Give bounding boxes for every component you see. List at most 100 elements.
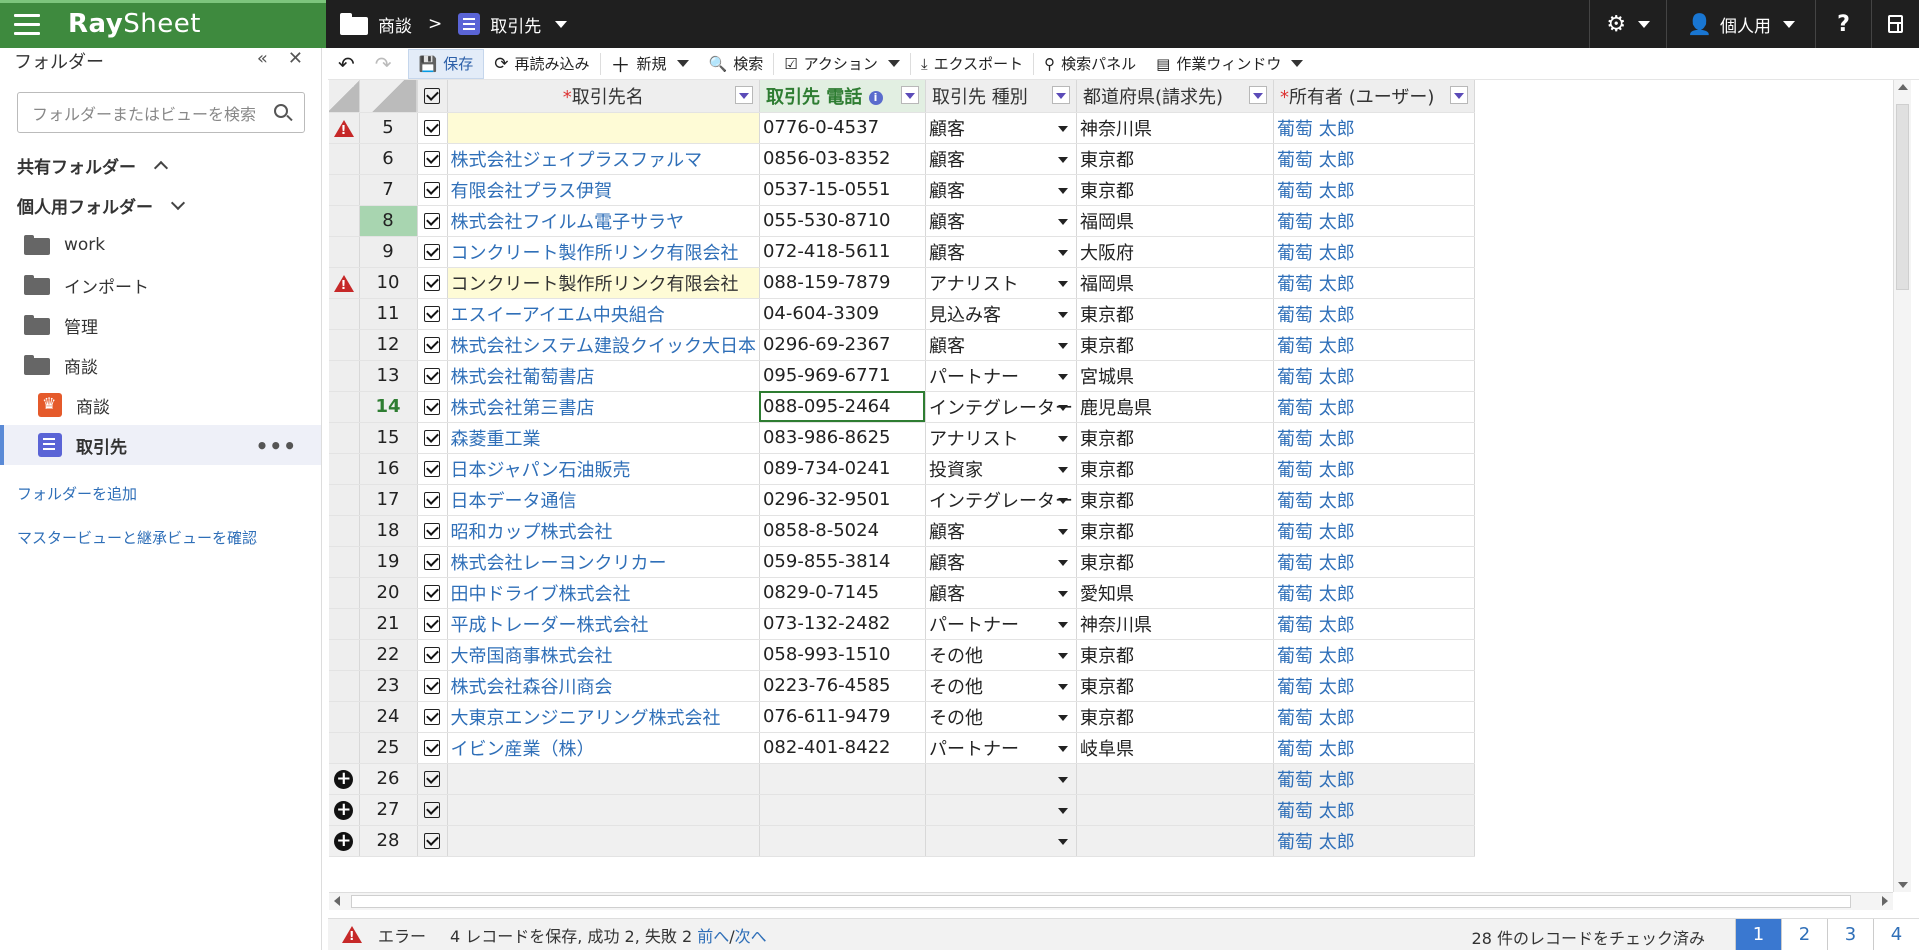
row-checkbox[interactable] [417,670,448,702]
search-button[interactable]: 🔍 検索 [699,49,774,79]
cell-owner[interactable]: 葡萄 太郎 [1273,515,1475,547]
column-filter-icon[interactable] [1051,86,1070,104]
cell-account-name[interactable]: 森菱重工業 [447,422,760,454]
cell-phone[interactable] [759,763,926,795]
cell-account-type[interactable]: パートナー [925,360,1077,392]
row-number[interactable]: 11 [359,298,418,330]
cell-prefecture[interactable]: 福岡県 [1076,267,1274,299]
cell-phone[interactable] [759,825,926,857]
layout-button[interactable] [1871,0,1919,48]
row-checkbox[interactable] [417,577,448,609]
scroll-thumb[interactable] [1896,104,1909,290]
row-checkbox[interactable] [417,112,448,144]
table-row[interactable]: 6 株式会社ジェイプラスファルマ 0856-03-8352 顧客 東京都 葡萄 太郎 [329,143,1475,175]
cell-owner[interactable]: 葡萄 太郎 [1273,329,1475,361]
scroll-down-icon[interactable] [1898,882,1908,888]
table-row[interactable]: 13 株式会社葡萄書店 095-969-6771 パートナー 宮城県 葡萄 太郎 [329,360,1475,392]
cell-account-type[interactable]: その他 [925,639,1077,671]
cell-owner[interactable]: 葡萄 太郎 [1273,701,1475,733]
table-row[interactable]: 18 昭和カップ株式会社 0858-8-5024 顧客 東京都 葡萄 太郎 [329,515,1475,547]
cell-owner[interactable]: 葡萄 太郎 [1273,298,1475,330]
cell-account-type[interactable]: 顧客 [925,577,1077,609]
cell-phone[interactable]: 0296-32-9501 [759,484,926,516]
row-number[interactable]: 19 [359,546,418,578]
cell-owner[interactable]: 葡萄 太郎 [1273,453,1475,485]
table-row[interactable]: 20 田中ドライブ株式会社 0829-0-7145 顧客 愛知県 葡萄 太郎 [329,577,1475,609]
scroll-up-icon[interactable] [1898,84,1908,90]
undo-button[interactable]: ↶ [328,49,365,79]
search-icon[interactable] [274,104,288,118]
column-filter-icon[interactable] [734,86,753,104]
cell-prefecture[interactable]: 神奈川県 [1076,112,1274,144]
cell-account-name[interactable] [447,112,760,144]
row-checkbox[interactable] [417,453,448,485]
cell-account-type[interactable]: その他 [925,670,1077,702]
folder-search-input[interactable]: フォルダーまたはビューを検索 [17,92,305,133]
cell-owner[interactable]: 葡萄 太郎 [1273,732,1475,764]
row-number[interactable]: 16 [359,453,418,485]
cell-account-type[interactable]: アナリスト [925,422,1077,454]
row-number[interactable]: 23 [359,670,418,702]
cell-account-type[interactable]: 顧客 [925,205,1077,237]
sidebar-item-work[interactable]: work [0,225,321,265]
checkbox-icon[interactable] [424,740,440,756]
cell-account-name[interactable]: コンクリート製作所リンク有限会社 [447,236,760,268]
error-indicator[interactable]: エラー [342,923,426,947]
table-row[interactable]: 24 大東京エンジニアリング株式会社 076-611-9479 その他 東京都 葡萄 太郎 [329,701,1475,733]
cell-prefecture[interactable]: 東京都 [1076,453,1274,485]
settings-button[interactable]: ⚙ [1589,0,1666,48]
table-row[interactable]: 16 日本ジャパン石油販売 089-734-0241 投資家 東京都 葡萄 太郎 [329,453,1475,485]
cell-prefecture[interactable]: 大阪府 [1076,236,1274,268]
action-button[interactable]: ☑ アクション [774,49,910,79]
cell-account-type[interactable] [925,763,1077,795]
cell-phone[interactable]: 083-986-8625 [759,422,926,454]
row-checkbox[interactable] [417,143,448,175]
checkbox-icon[interactable] [424,213,440,229]
row-number[interactable]: 9 [359,236,418,268]
cell-account-name[interactable]: 日本データ通信 [447,484,760,516]
cell-owner[interactable]: 葡萄 太郎 [1273,112,1475,144]
row-checkbox[interactable] [417,732,448,764]
breadcrumb-folder[interactable]: 商談 [378,12,412,37]
row-number[interactable]: 7 [359,174,418,206]
cell-owner[interactable]: 葡萄 太郎 [1273,546,1475,578]
cell-prefecture[interactable]: 鹿児島県 [1076,391,1274,423]
cell-prefecture[interactable]: 東京都 [1076,546,1274,578]
reload-button[interactable]: ⟳ 再読み込み [484,49,599,79]
table-row[interactable]: 7 有限会社プラス伊賀 0537-15-0551 顧客 東京都 葡萄 太郎 [329,174,1475,206]
cell-account-name[interactable]: イビン産業（株） [447,732,760,764]
shared-folder-section[interactable]: 共有フォルダー [0,145,321,185]
table-row[interactable]: 19 株式会社レーヨンクリカー 059-855-3814 顧客 東京都 葡萄 太郎 [329,546,1475,578]
checkbox-icon[interactable] [424,151,440,167]
cell-account-type[interactable]: その他 [925,701,1077,733]
row-number[interactable]: 10 [359,267,418,299]
sidebar-item-deals-view[interactable]: 商談 [0,385,321,425]
row-number[interactable]: 8 [359,205,418,237]
horizontal-scrollbar[interactable] [329,892,1893,910]
cell-account-type[interactable]: 顧客 [925,174,1077,206]
cell-prefecture[interactable]: 宮城県 [1076,360,1274,392]
warning-icon[interactable] [333,274,354,292]
cell-prefecture[interactable]: 愛知県 [1076,577,1274,609]
export-button[interactable]: ⤓ エクスポート [911,49,1033,79]
column-header-type[interactable]: 取引先 種別 [925,80,1077,113]
vertical-scrollbar[interactable] [1893,80,1911,892]
cell-owner[interactable]: 葡萄 太郎 [1273,174,1475,206]
info-icon[interactable]: i [868,90,883,105]
row-checkbox[interactable] [417,205,448,237]
row-number[interactable]: 13 [359,360,418,392]
table-row[interactable]: 21 平成トレーダー株式会社 073-132-2482 パートナー 神奈川県 葡萄 太郎 [329,608,1475,640]
checkbox-icon[interactable] [424,802,440,818]
cell-phone[interactable]: 072-418-5611 [759,236,926,268]
confirm-views-link[interactable]: マスタービューと継承ビューを確認 [0,515,321,559]
table-row[interactable]: 11 エスイーアイエム中央組合 04-604-3309 見込み客 東京都 葡萄 太郎 [329,298,1475,330]
checkbox-icon[interactable] [424,616,440,632]
add-row-icon[interactable]: + [334,769,354,789]
cell-owner[interactable]: 葡萄 太郎 [1273,484,1475,516]
add-row-icon[interactable]: + [334,831,354,851]
user-menu-button[interactable]: 👤 個人用 [1666,0,1815,48]
cell-account-name[interactable]: 大東京エンジニアリング株式会社 [447,701,760,733]
view-dropdown-icon[interactable] [555,20,568,28]
cell-account-name[interactable]: コンクリート製作所リンク有限会社 [447,267,760,299]
table-row[interactable]: +28 葡萄 太郎 [329,825,1475,857]
